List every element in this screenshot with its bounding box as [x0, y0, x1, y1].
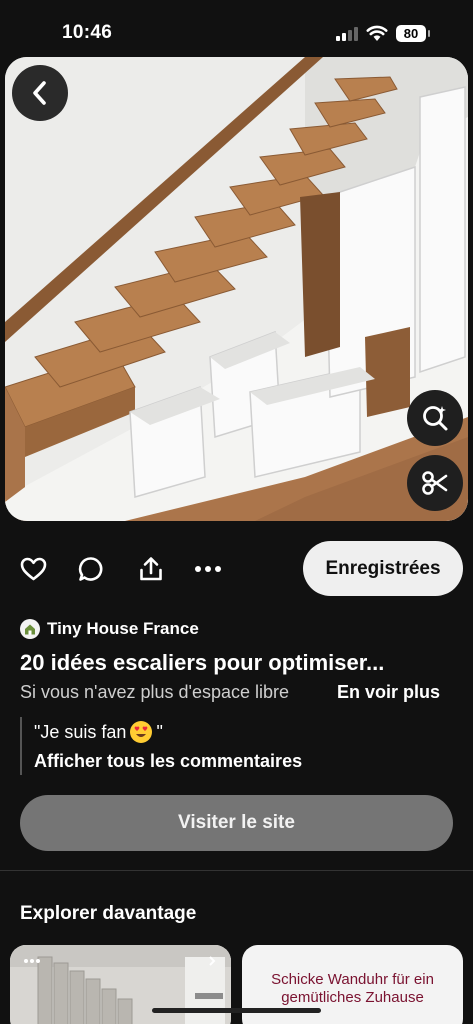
- status-time: 10:46: [62, 22, 113, 43]
- share-button[interactable]: [137, 555, 165, 583]
- explore-more-heading: Explorer davantage: [20, 903, 197, 924]
- back-button[interactable]: [12, 65, 68, 121]
- scissors-icon: [422, 471, 448, 495]
- see-more-link[interactable]: En voir plus: [337, 682, 440, 703]
- pin-title: 20 idées escaliers pour optimiser...: [20, 650, 385, 675]
- visit-site-button[interactable]: Visiter le site: [20, 795, 453, 851]
- cellular-signal-icon: [336, 27, 358, 41]
- like-button[interactable]: [19, 555, 47, 583]
- pin-description-row: Si vous n'avez plus d'espace libre En vo…: [20, 682, 460, 706]
- save-button[interactable]: Enregistrées: [303, 541, 463, 596]
- show-all-comments-link[interactable]: Afficher tous les commentaires: [34, 751, 302, 772]
- home-indicator[interactable]: [152, 1008, 321, 1013]
- comment-quote: "Je suis fan: [34, 721, 127, 742]
- comment-text: "Je suis fan ": [34, 717, 302, 747]
- more-dots-icon: [195, 566, 221, 572]
- pin-description: Si vous n'avez plus d'espace libre: [20, 682, 290, 702]
- heart-icon: [20, 557, 46, 581]
- related-pin-caption: Schicke Wanduhr für ein gemütliches Zuha…: [271, 971, 434, 1006]
- visual-search-icon: [423, 406, 448, 431]
- speech-bubble-icon: [78, 557, 103, 581]
- heart-eyes-emoji-icon: [130, 721, 153, 743]
- cutout-button[interactable]: [407, 455, 463, 511]
- share-icon: [140, 557, 162, 581]
- source-name[interactable]: Tiny House France: [47, 619, 199, 639]
- comment-button[interactable]: [77, 555, 105, 583]
- chevron-left-icon: [33, 81, 46, 105]
- battery-indicator: 80: [396, 25, 430, 42]
- section-divider: [0, 870, 473, 871]
- more-options-button[interactable]: [194, 555, 222, 583]
- action-bar: Enregistrées: [0, 541, 473, 597]
- source-avatar[interactable]: [20, 619, 40, 639]
- staircase-illustration: [5, 57, 468, 521]
- pin-image[interactable]: [5, 57, 468, 521]
- comment-preview[interactable]: "Je suis fan " Afficher tous les comment…: [20, 717, 302, 775]
- house-icon: [25, 624, 35, 635]
- visual-search-button[interactable]: [407, 390, 463, 446]
- comment-quote-end: ": [156, 721, 163, 742]
- pin-source[interactable]: Tiny House France: [20, 619, 199, 639]
- status-bar: 10:46 80: [0, 0, 473, 60]
- wifi-icon: [366, 25, 388, 41]
